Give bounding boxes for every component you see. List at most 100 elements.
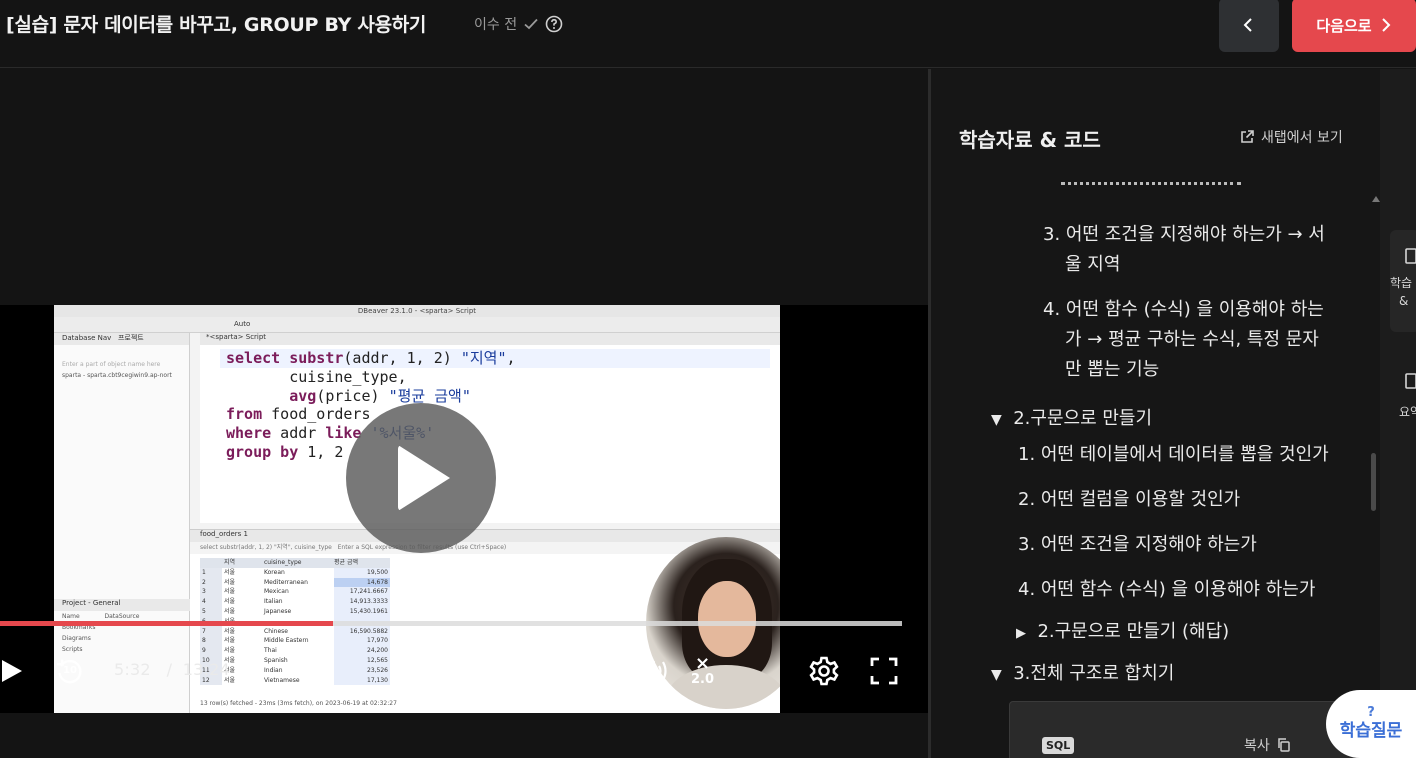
copy-icon <box>1278 738 1290 752</box>
panel-title: 학습자료 & 코드 <box>959 128 1101 152</box>
video-player[interactable]: DBeaver 23.1.0 - <sparta> Script Auto Da… <box>0 305 928 713</box>
ask-question-label: 학습질문 <box>1339 721 1403 741</box>
caret-down-icon: ▼ <box>991 412 1002 428</box>
rewind-button[interactable]: 10 <box>55 657 85 691</box>
table-cell: Mexican <box>264 588 289 596</box>
rewind-seconds: 10 <box>63 665 77 676</box>
table-cell: Indian <box>264 666 283 674</box>
list-item: 만 뽑는 기능 <box>1065 359 1160 380</box>
table-cell: 서울 <box>224 578 236 586</box>
table-row: 1 서울 Korean 19,500 <box>200 567 390 578</box>
table-cell: Chinese <box>264 627 288 635</box>
open-new-tab-label: 새탭에서 보기 <box>1261 130 1343 146</box>
table-cell: 서울 <box>224 568 236 576</box>
dbeaver-toolbar: Auto <box>54 317 780 333</box>
current-time: 5:32 <box>114 660 151 679</box>
table-cell: Thai <box>264 647 277 655</box>
next-button[interactable]: 다음으로 <box>1292 0 1416 52</box>
code-line-3: avg(price) "평균 금액" <box>289 386 471 405</box>
table-cell: Italian <box>264 598 283 606</box>
settings-button[interactable] <box>808 655 840 691</box>
external-link-icon <box>1241 130 1254 143</box>
toggle-section-combine[interactable]: ▼ 3.전체 구조로 합치기 <box>991 659 1174 690</box>
scroll-up-arrow[interactable] <box>1372 196 1380 202</box>
table-row: 8 서울 Middle Eastern 17,970 <box>200 636 390 647</box>
progress-fill <box>0 621 333 626</box>
playback-speed-button[interactable]: × 2.0 <box>691 655 714 687</box>
table-cell: 23,526 <box>334 665 390 676</box>
table-cell: 3 <box>200 587 222 598</box>
results-tab: food_orders 1 <box>190 530 780 542</box>
table-cell: 서울 <box>224 637 236 645</box>
right-sidebar: 학습 & 요약 <box>1380 69 1416 758</box>
webcam-face <box>698 581 756 657</box>
duration: 13:24 <box>182 660 230 679</box>
volume-button[interactable] <box>640 657 672 689</box>
table-cell: 서울 <box>224 588 236 596</box>
section-label: 3.전체 구조로 합치기 <box>1013 663 1175 684</box>
toggle-section-answer[interactable]: ▶ 2.구문으로 만들기 (해답) <box>1016 617 1229 649</box>
table-row: 4 서울 Italian 14,913.3333 <box>200 597 390 607</box>
code-line-1: select substr(addr, 1, 2) "지역", <box>226 349 516 367</box>
table-cell: Korean <box>264 568 285 576</box>
table-cell: 19,500 <box>334 567 390 578</box>
previous-button[interactable] <box>1219 0 1279 52</box>
table-row: 2 서울 Mediterranean 14,678 <box>200 577 390 588</box>
table-cell: Mediterranean <box>264 578 308 586</box>
table-cell: 12,565 <box>334 655 390 666</box>
clipped-text-line <box>1061 173 1241 185</box>
table-cell: 서울 <box>224 607 236 615</box>
grid-col-header: 평균 금액 <box>334 558 390 568</box>
auto-commit-label: Auto <box>234 320 251 328</box>
fullscreen-icon <box>870 657 898 685</box>
table-cell: 서울 <box>224 647 236 655</box>
project-item: Diagrams <box>62 635 91 642</box>
list-item: 3. 어떤 조건을 지정해야 하는가 → 서 <box>1043 224 1325 245</box>
help-icon[interactable] <box>545 15 563 33</box>
time-separator: / <box>166 660 173 679</box>
table-cell: 16,590.5882 <box>334 626 390 637</box>
table-cell: 1 <box>200 567 222 578</box>
speed-x: × <box>694 653 711 674</box>
list-item: 3. 어떤 조건을 지정해야 하는가 <box>1018 534 1257 555</box>
gear-icon <box>809 656 839 686</box>
toggle-section-build[interactable]: ▼ 2.구문으로 만들기 <box>991 404 1152 435</box>
sql-badge: SQL <box>1042 737 1075 754</box>
table-cell: 14,913.3333 <box>334 597 390 607</box>
sidebar-item-label: & <box>1399 294 1409 308</box>
chevron-left-icon <box>1243 18 1252 32</box>
play-small-icon <box>2 660 22 682</box>
caret-right-icon: ▶ <box>1016 626 1026 641</box>
table-row: 5 서울 Japanese 15,430.1961 <box>200 606 390 617</box>
sidebar-item-material[interactable]: 학습 & <box>1390 230 1416 332</box>
scrollbar-thumb[interactable] <box>1371 453 1376 511</box>
time-display: 5:32 / 13:24 <box>114 660 230 679</box>
open-new-tab-link[interactable]: 새탭에서 보기 <box>1239 127 1343 147</box>
nav-filter: Enter a part of object name here <box>62 361 161 368</box>
learning-material-panel: 학습자료 & 코드 새탭에서 보기 3. 어떤 조건을 지정해야 하는가 → 서… <box>931 69 1380 758</box>
sidebar-item-summary[interactable]: 요약 <box>1390 369 1416 429</box>
copy-button[interactable]: 복사 <box>1244 735 1292 755</box>
list-item: 2. 어떤 컬럼을 이용할 것인가 <box>1018 489 1241 510</box>
project-panel-tab: Project - General <box>54 599 190 611</box>
nav-connection: sparta - sparta.cbt9cegiwin9.ap-nort <box>62 372 172 379</box>
project-tab-label: 프로젝트 <box>117 334 144 342</box>
volume-icon <box>642 661 667 681</box>
chevron-right-icon <box>1381 18 1391 32</box>
table-cell: 17,970 <box>334 636 390 647</box>
ask-question-button[interactable]: ? 학습질문 <box>1326 690 1416 758</box>
speed-value: 2.0 <box>691 672 715 687</box>
sql-code-block: SQL 복사 <box>1009 701 1380 758</box>
table-cell: 14,678 <box>334 577 390 588</box>
play-control-button[interactable] <box>0 657 24 689</box>
lesson-title: [실습] 문자 데이터를 바꾸고, GROUP BY 사용하기 <box>6 14 427 36</box>
table-cell: 7 <box>200 626 222 637</box>
copy-label: 복사 <box>1244 738 1270 754</box>
status-text: 이수 전 <box>474 17 518 33</box>
table-row: 3 서울 Mexican 17,241.6667 <box>200 587 390 598</box>
dbeaver-title: DBeaver 23.1.0 - <sparta> Script <box>54 305 780 317</box>
table-cell: 17,241.6667 <box>334 587 390 598</box>
grid-corner <box>200 558 222 568</box>
table-row: 9 서울 Thai 24,200 <box>200 646 390 656</box>
fullscreen-button[interactable] <box>870 657 898 689</box>
